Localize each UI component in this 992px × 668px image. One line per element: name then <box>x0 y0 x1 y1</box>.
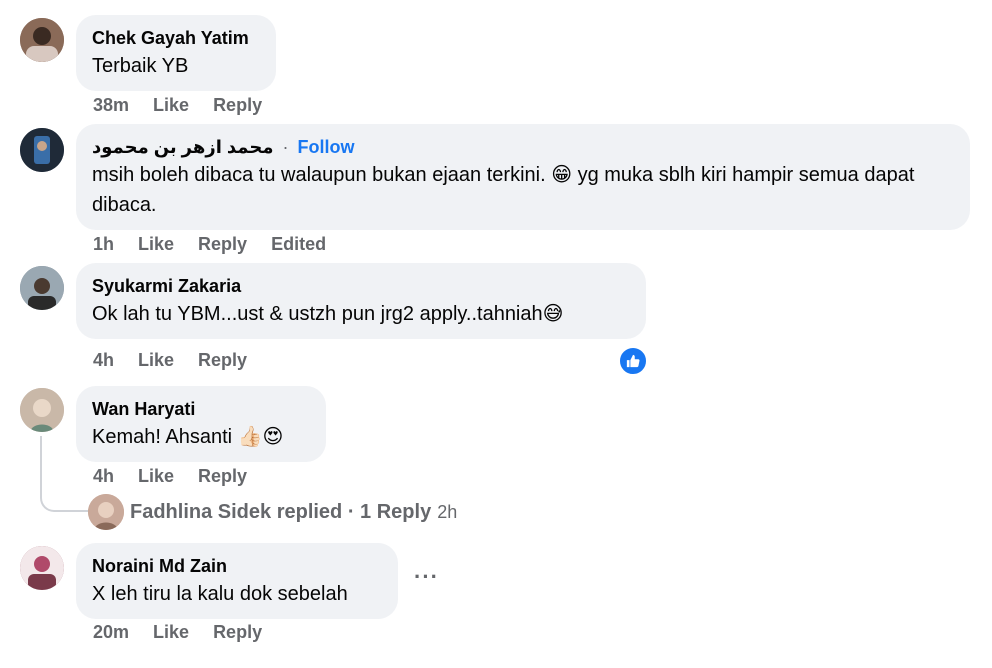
comment-bubble: Chek Gayah Yatim Terbaik YB <box>76 15 276 91</box>
comment-author-line: محمد ازهر بن محمود · Follow <box>92 136 954 158</box>
comment-author[interactable]: محمد ازهر بن محمود <box>92 137 273 157</box>
comment-actions: 4h Like Reply <box>93 466 271 487</box>
comment-bubble: Noraini Md Zain X leh tiru la kalu dok s… <box>76 543 398 619</box>
comment-time[interactable]: 4h <box>93 350 114 371</box>
comment-text: Terbaik YB <box>92 55 189 77</box>
reply-button[interactable]: Reply <box>198 350 247 371</box>
avatar[interactable] <box>88 494 124 530</box>
avatar[interactable] <box>20 546 64 590</box>
like-button[interactable]: Like <box>138 350 174 371</box>
comment-author[interactable]: Chek Gayah Yatim <box>92 27 260 49</box>
replies-summary-time: 2h <box>437 501 458 522</box>
replies-summary-text[interactable]: Fadhlina Sidek replied · 1 Reply <box>130 501 431 524</box>
comment-actions: 20m Like Reply <box>93 622 286 643</box>
like-button[interactable]: Like <box>138 234 174 255</box>
comment-author[interactable]: Wan Haryati <box>92 398 310 420</box>
comment-actions: 38m Like Reply <box>93 95 286 116</box>
edited-label[interactable]: Edited <box>271 234 326 255</box>
comment-time[interactable]: 20m <box>93 622 129 643</box>
comment-bubble: Syukarmi Zakaria Ok lah tu YBM...ust & u… <box>76 263 646 339</box>
comment-text: X leh tiru la kalu dok sebelah <box>92 583 348 605</box>
like-reaction-icon[interactable] <box>618 346 648 376</box>
avatar[interactable] <box>20 388 64 432</box>
comment-time[interactable]: 4h <box>93 466 114 487</box>
replies-summary[interactable]: Fadhlina Sidek replied · 1 Reply 2h <box>88 494 457 530</box>
comment-actions: 4h Like Reply <box>93 350 271 371</box>
more-options-icon[interactable]: ··· <box>414 564 439 590</box>
thread-connector <box>40 436 90 512</box>
follow-button[interactable]: Follow <box>298 137 355 157</box>
avatar[interactable] <box>20 266 64 310</box>
reply-button[interactable]: Reply <box>213 622 262 643</box>
comment-text: Ok lah tu YBM...ust & ustzh pun jrg2 app… <box>92 303 564 325</box>
comment-author[interactable]: Noraini Md Zain <box>92 555 382 577</box>
reply-button[interactable]: Reply <box>198 234 247 255</box>
comment-actions: 1h Like Reply Edited <box>93 234 350 255</box>
reply-button[interactable]: Reply <box>198 466 247 487</box>
like-button[interactable]: Like <box>138 466 174 487</box>
separator-dot: · <box>282 137 289 157</box>
like-button[interactable]: Like <box>153 622 189 643</box>
avatar[interactable] <box>20 128 64 172</box>
comment-text: msih boleh dibaca tu walaupun bukan ejaa… <box>92 164 915 216</box>
comment-text: Kemah! Ahsanti 👍🏻😍 <box>92 426 284 448</box>
comment-bubble: Wan Haryati Kemah! Ahsanti 👍🏻😍 <box>76 386 326 462</box>
like-button[interactable]: Like <box>153 95 189 116</box>
comment-author[interactable]: Syukarmi Zakaria <box>92 275 630 297</box>
comment-time[interactable]: 38m <box>93 95 129 116</box>
avatar[interactable] <box>20 18 64 62</box>
reply-button[interactable]: Reply <box>213 95 262 116</box>
comment-bubble: محمد ازهر بن محمود · Follow msih boleh d… <box>76 124 970 230</box>
comment-time[interactable]: 1h <box>93 234 114 255</box>
